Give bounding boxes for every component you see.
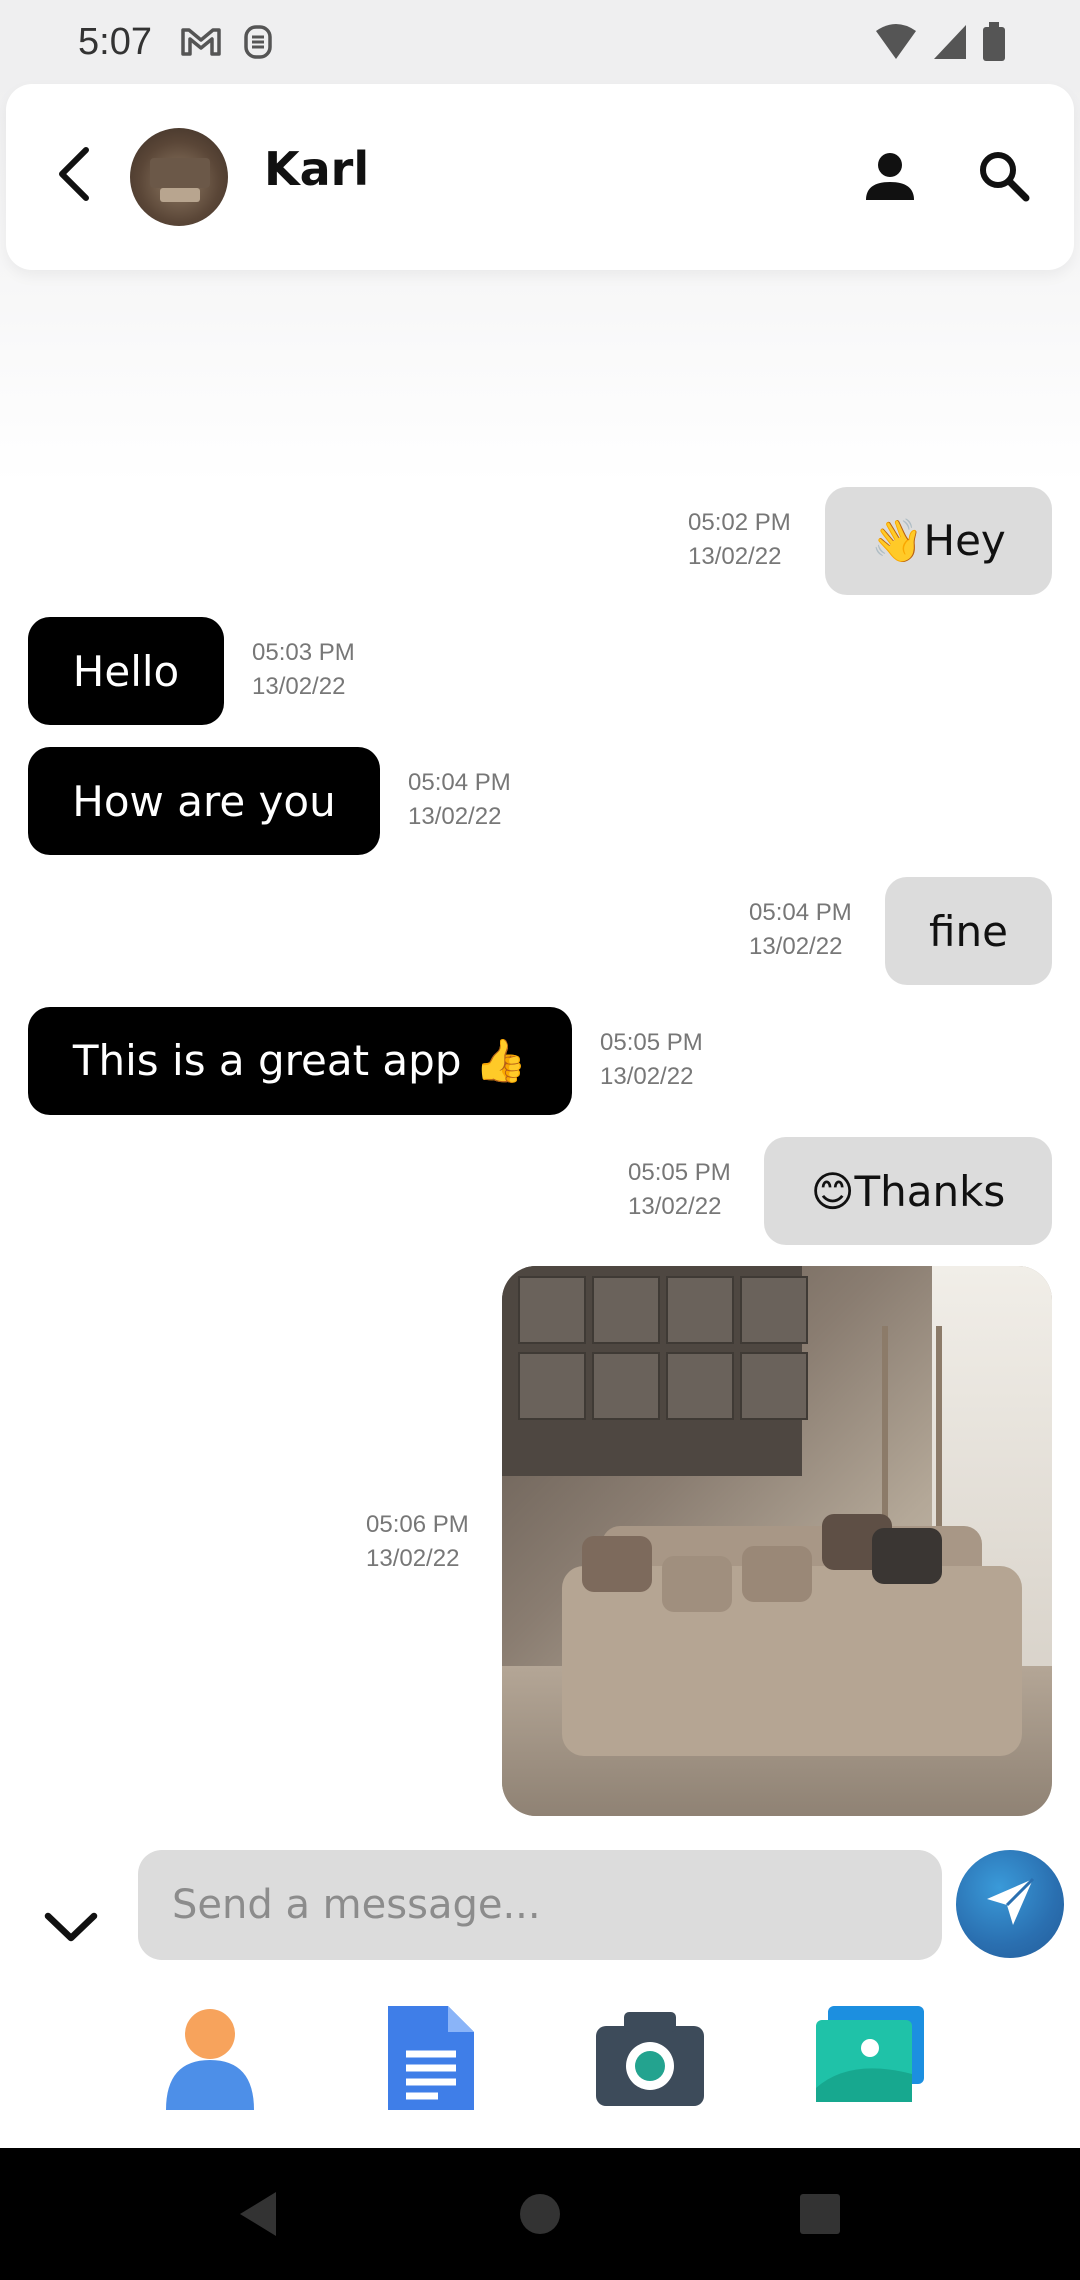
- message-time: 05:06 PM: [366, 1511, 469, 1538]
- message-date: 13/02/22: [408, 803, 502, 830]
- camera-attachment-icon: [592, 2012, 708, 2120]
- contact-attachment-icon: [152, 2009, 268, 2120]
- camera-attachment-button[interactable]: [592, 2000, 708, 2116]
- message-timestamp: 05:04 PM 13/02/22: [749, 896, 852, 964]
- photo-detail: [662, 1556, 732, 1612]
- send-button[interactable]: [956, 1850, 1064, 1958]
- document-attachment-icon: [372, 2006, 488, 2120]
- message-timestamp: 05:02 PM 13/02/22: [688, 506, 791, 574]
- photo-detail: [872, 1528, 942, 1584]
- photo-detail: [740, 1276, 808, 1344]
- chat-header: Karl: [6, 84, 1074, 270]
- status-time: 5:07: [78, 20, 152, 63]
- profile-icon: [862, 153, 918, 208]
- message-date: 13/02/22: [252, 673, 346, 700]
- back-button[interactable]: [46, 144, 102, 208]
- photo-detail: [592, 1352, 660, 1420]
- message-bubble-outgoing[interactable]: 👋Hey: [825, 487, 1052, 595]
- message-timestamp: 05:05 PM 13/02/22: [628, 1156, 731, 1224]
- back-arrow-icon: [54, 144, 94, 208]
- status-bar: 5:07: [0, 0, 1080, 84]
- photo-detail: [666, 1276, 734, 1344]
- search-icon: [976, 152, 1032, 208]
- message-time: 05:04 PM: [408, 769, 511, 796]
- photo-detail: [740, 1352, 808, 1420]
- chevron-down-icon: [40, 1912, 102, 1964]
- contact-name[interactable]: Karl: [264, 142, 369, 196]
- message-bubble-incoming[interactable]: How are you: [28, 747, 380, 855]
- message-date: 13/02/22: [688, 543, 782, 570]
- message-date: 13/02/22: [366, 1545, 460, 1572]
- avatar-detail: [160, 188, 200, 202]
- message-date: 13/02/22: [628, 1193, 722, 1220]
- message-composer: [0, 1828, 1080, 2148]
- send-icon: [981, 1873, 1039, 1935]
- nav-back-icon[interactable]: [236, 2190, 280, 2242]
- photo-detail: [582, 1536, 652, 1592]
- message-timestamp: 05:03 PM 13/02/22: [252, 636, 355, 704]
- message-bubble-incoming[interactable]: Hello: [28, 617, 224, 725]
- signal-icon: [932, 23, 968, 70]
- photo-detail: [518, 1352, 586, 1420]
- nav-home-icon[interactable]: [518, 2192, 562, 2240]
- message-time: 05:05 PM: [628, 1159, 731, 1186]
- message-timestamp: 05:05 PM 13/02/22: [600, 1026, 703, 1094]
- search-button[interactable]: [976, 148, 1032, 204]
- message-bubble-outgoing[interactable]: 😊Thanks: [764, 1137, 1052, 1245]
- photo-detail: [742, 1546, 812, 1602]
- photo-detail: [666, 1352, 734, 1420]
- gallery-attachment-icon: [812, 2006, 928, 2120]
- sim-icon: [242, 24, 274, 60]
- photo-detail: [592, 1276, 660, 1344]
- image-message[interactable]: [502, 1266, 1052, 1816]
- message-time: 05:02 PM: [688, 509, 791, 536]
- message-input[interactable]: [138, 1850, 942, 1960]
- photo-detail: [518, 1276, 586, 1344]
- nav-recents-icon[interactable]: [798, 2192, 842, 2240]
- battery-icon: [982, 22, 1006, 71]
- message-timestamp: 05:06 PM 13/02/22: [366, 1508, 469, 1576]
- message-time: 05:05 PM: [600, 1029, 703, 1056]
- gmail-icon: [180, 26, 222, 58]
- system-nav-bar: [0, 2148, 1080, 2280]
- wifi-icon: [874, 23, 918, 70]
- message-date: 13/02/22: [749, 933, 843, 960]
- profile-button[interactable]: [862, 148, 918, 204]
- document-attachment-button[interactable]: [372, 2000, 488, 2116]
- message-date: 13/02/22: [600, 1063, 694, 1090]
- gallery-attachment-button[interactable]: [812, 2000, 928, 2116]
- status-right: [874, 22, 1006, 71]
- message-bubble-incoming[interactable]: This is a great app 👍: [28, 1007, 572, 1115]
- message-bubble-outgoing[interactable]: fine: [885, 877, 1052, 985]
- avatar[interactable]: [130, 128, 228, 226]
- avatar-detail: [150, 158, 210, 188]
- message-timestamp: 05:04 PM 13/02/22: [408, 766, 511, 834]
- collapse-button[interactable]: [40, 1898, 102, 1960]
- message-time: 05:03 PM: [252, 639, 355, 666]
- contact-attachment-button[interactable]: [152, 2000, 268, 2116]
- message-time: 05:04 PM: [749, 899, 852, 926]
